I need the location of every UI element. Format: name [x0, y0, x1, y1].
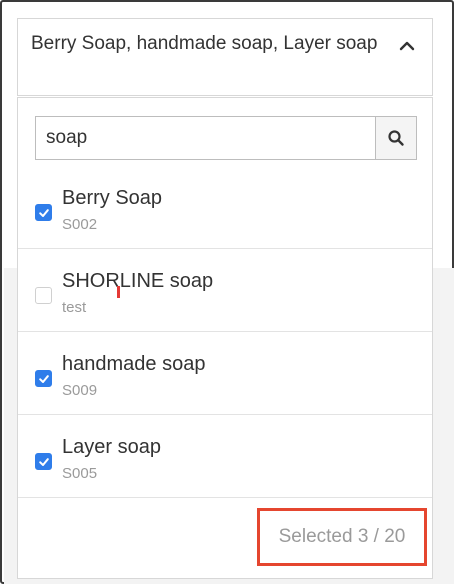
option-label: Berry Soap	[62, 187, 163, 209]
multi-select-field[interactable]: Berry Soap, handmade soap, Layer soap	[17, 18, 433, 96]
option-list: Berry Soap S002 SHORLINE soap test handm…	[18, 166, 432, 498]
option-code: test	[62, 299, 87, 316]
option-label: SHORLINE soap	[62, 270, 214, 292]
list-item[interactable]: SHORLINE soap test	[18, 249, 432, 332]
dropdown-panel: Berry Soap S002 SHORLINE soap test handm…	[17, 97, 433, 579]
option-label: Layer soap	[62, 436, 161, 458]
checkbox[interactable]	[35, 370, 52, 387]
dropdown-window: Berry Soap, handmade soap, Layer soap Be…	[0, 0, 454, 584]
chevron-up-icon[interactable]	[396, 35, 418, 57]
list-item[interactable]: Layer soap S005	[18, 415, 432, 498]
selected-values-text: Berry Soap, handmade soap, Layer soap	[31, 33, 378, 54]
check-icon	[38, 208, 49, 217]
search-bar	[35, 116, 417, 160]
search-button[interactable]	[375, 116, 417, 160]
check-icon	[38, 374, 49, 383]
selected-count: Selected 3 / 20	[257, 508, 427, 566]
search-input[interactable]	[35, 116, 375, 160]
option-code: S009	[62, 382, 98, 399]
list-item[interactable]: Berry Soap S002	[18, 166, 432, 249]
list-item[interactable]: handmade soap S009	[18, 332, 432, 415]
checkbox[interactable]	[35, 204, 52, 221]
option-code: S005	[62, 465, 98, 482]
checkbox[interactable]	[35, 453, 52, 470]
text-cursor-marker	[117, 286, 120, 298]
option-label: handmade soap	[62, 353, 206, 375]
option-code: S002	[62, 216, 98, 233]
check-icon	[38, 457, 49, 466]
search-icon	[388, 130, 404, 146]
checkbox[interactable]	[35, 287, 52, 304]
